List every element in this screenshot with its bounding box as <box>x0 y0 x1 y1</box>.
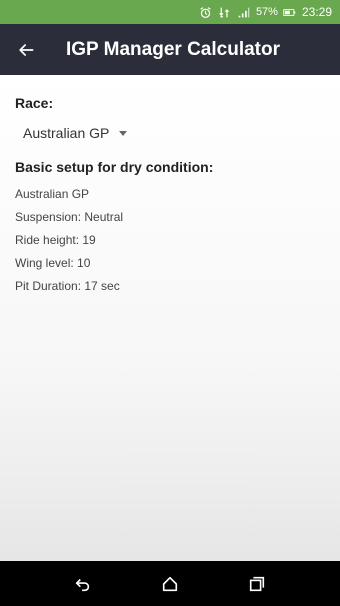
setup-race: Australian GP <box>15 187 90 201</box>
setup-list: Australian GP Suspension: Neutral Ride h… <box>15 183 325 298</box>
setup-title: Basic setup for dry condition: <box>15 159 214 175</box>
setup-wing-level: Wing level: 10 <box>15 256 91 270</box>
signal-icon <box>237 5 251 19</box>
setup-ride-height: Ride height: 19 <box>15 233 96 247</box>
battery-percent: 57% <box>255 6 278 18</box>
main-content: Race: Australian GP Basic setup for dry … <box>0 75 340 561</box>
setup-suspension: Suspension: Neutral <box>15 210 124 224</box>
race-dropdown[interactable]: Australian GP <box>23 121 128 145</box>
back-icon[interactable] <box>63 564 103 604</box>
race-dropdown-value: Australian GP <box>23 125 110 141</box>
dropdown-arrow-icon <box>119 130 128 136</box>
status-bar: 57% 23:29 <box>0 0 340 24</box>
battery-icon <box>283 5 297 19</box>
navigation-bar <box>0 561 340 606</box>
home-icon[interactable] <box>150 564 190 604</box>
clock: 23:29 <box>301 5 332 19</box>
page-title: IGP Manager Calculator <box>66 38 280 60</box>
setup-pit-duration: Pit Duration: 17 sec <box>15 279 120 293</box>
back-arrow-icon[interactable] <box>0 24 52 75</box>
data-transfer-icon <box>218 5 232 19</box>
recents-icon[interactable] <box>237 564 277 604</box>
app-bar: IGP Manager Calculator <box>0 24 340 75</box>
alarm-icon <box>199 5 213 19</box>
race-label: Race: <box>15 95 54 111</box>
